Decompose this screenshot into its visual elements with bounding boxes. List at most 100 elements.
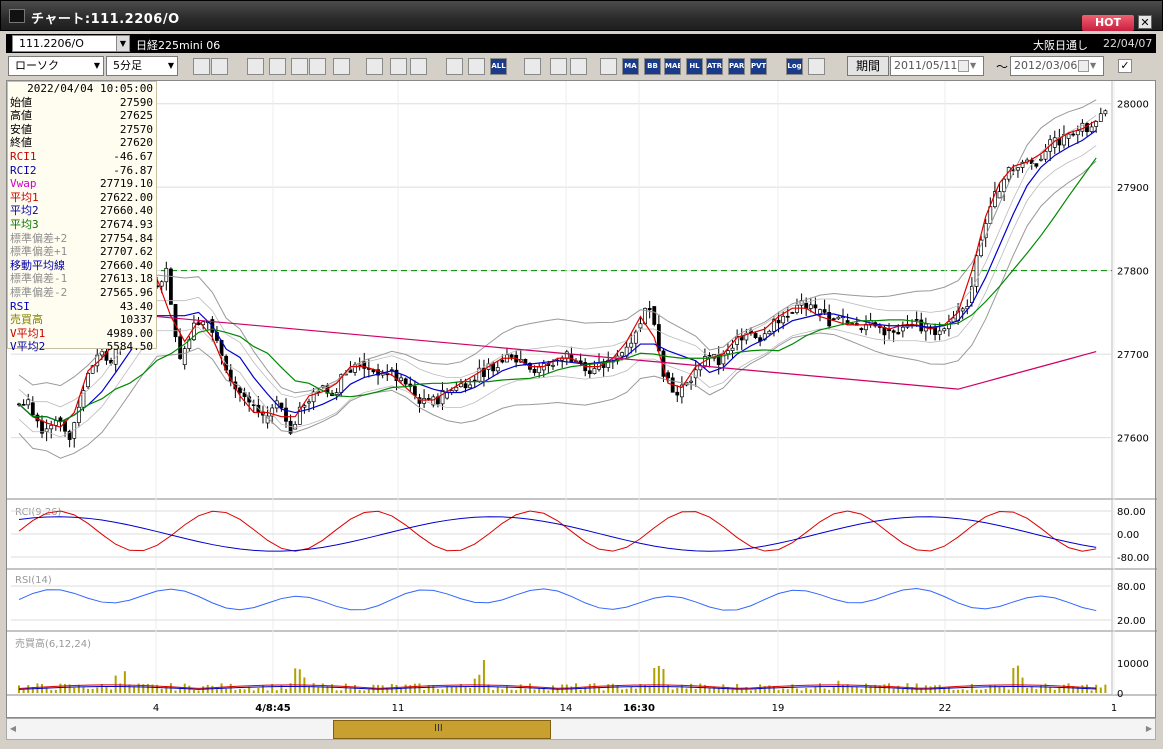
info-icon[interactable] (333, 58, 350, 75)
ma-icon[interactable]: MA (622, 58, 639, 75)
scroll-right-icon[interactable]: ▶ (1143, 719, 1155, 739)
candle-body (730, 347, 735, 351)
volume-bar (621, 689, 624, 693)
candle-body (951, 317, 956, 323)
info-value: 27707.62 (100, 245, 153, 259)
zoom-icon[interactable] (193, 58, 210, 75)
candle-body (21, 403, 26, 406)
marker-icon[interactable] (309, 58, 326, 75)
trend-icon[interactable] (247, 58, 264, 75)
brush-icon[interactable] (550, 58, 567, 75)
log-icon[interactable]: Log (786, 58, 803, 75)
volume-bar (128, 684, 131, 693)
candle-body (946, 321, 951, 330)
chart-canvas[interactable]: 28000 27900 27800 27700 27600 4 4/8:45 11 14 16:3… (7, 81, 1157, 719)
volume-bar (441, 689, 444, 693)
candle-body (620, 352, 624, 357)
date-to-input[interactable]: 2012/03/06 ▼ (1010, 56, 1104, 76)
volume-bar (215, 689, 218, 693)
price-tick-label: 28000 (1117, 100, 1149, 111)
volume-bar (828, 689, 831, 693)
volume-bar (1081, 685, 1084, 693)
pen-icon[interactable] (366, 58, 383, 75)
chevron-down-icon[interactable]: ▼ (1090, 57, 1102, 75)
candle-body (500, 359, 505, 363)
pointer-icon[interactable] (390, 58, 407, 75)
color-icon[interactable] (570, 58, 587, 75)
all-icon[interactable]: ALL (490, 58, 507, 75)
volume-bar (496, 687, 499, 693)
chart-type-select[interactable]: ローソク ▼ (8, 56, 104, 76)
hl-icon[interactable]: HL (686, 58, 703, 75)
chevron-down-icon[interactable]: ▼ (91, 57, 103, 75)
volume-bar (538, 688, 541, 693)
chevron-down-icon[interactable]: ▼ (165, 57, 177, 75)
volume-bar (1003, 686, 1006, 693)
volume-bar (349, 688, 352, 693)
rsi-tick-label: 80.00 (1117, 582, 1146, 593)
volume-bar (533, 689, 536, 693)
cursor2-icon[interactable] (468, 58, 485, 75)
time-tick-label: 1 (1111, 703, 1117, 714)
rci-tick-label: 0.00 (1117, 530, 1139, 541)
candle-body (164, 267, 169, 283)
chevron-down-icon[interactable]: ▼ (970, 57, 982, 75)
candle-body (831, 318, 836, 320)
period-checkbox[interactable]: ✓ (1118, 59, 1132, 73)
pvt-icon[interactable]: PVT (750, 58, 767, 75)
volume-bar (754, 689, 757, 693)
line-icon[interactable] (291, 58, 308, 75)
mae-icon[interactable]: MAE (664, 58, 681, 75)
scroll-thumb[interactable]: III (333, 720, 551, 739)
indicator-title: RSI(14) (15, 575, 52, 586)
chevron-down-icon[interactable]: ▼ (116, 36, 129, 51)
bollinger-lower (18, 160, 1097, 459)
volume-bar (611, 683, 614, 693)
volume-bar (984, 689, 987, 693)
info-row: RCI2 -76.87 (10, 164, 153, 178)
volume-bar (625, 688, 628, 693)
crosshair-icon[interactable] (211, 58, 228, 75)
interval-select[interactable]: 5分足 ▼ (106, 56, 178, 76)
close-icon[interactable]: ✕ (1138, 15, 1152, 29)
search-icon[interactable] (269, 58, 286, 75)
para-icon[interactable]: PARA (728, 58, 745, 75)
oscillator-icon[interactable] (600, 58, 617, 75)
bb-icon[interactable]: BB (644, 58, 661, 75)
info-row: 標準偏差+1 27707.62 (10, 245, 153, 259)
volume-bar (1090, 690, 1093, 693)
palette-icon[interactable] (524, 58, 541, 75)
info-row: 平均2 27660.40 (10, 204, 153, 218)
exchange-label: 大阪日通し (1033, 39, 1088, 52)
info-row: 移動平均線 27660.40 (10, 259, 153, 273)
cursor1-icon[interactable] (446, 58, 463, 75)
chart-area[interactable]: 28000 27900 27800 27700 27600 4 4/8:45 11 14 16:3… (6, 80, 1157, 719)
volume-tick-label: 10000 (1117, 659, 1149, 670)
volume-bar (980, 689, 983, 693)
symbol-input[interactable]: 111.2206/O ▼ (12, 35, 130, 52)
time-scrollbar[interactable]: ◀ III ▶ (6, 718, 1156, 740)
candle-body (808, 304, 813, 309)
candle-body (891, 330, 896, 333)
info-value: 27754.84 (100, 231, 153, 245)
volume-bar (492, 690, 495, 693)
calendar-icon[interactable] (1078, 60, 1089, 72)
calendar-icon[interactable] (958, 60, 969, 72)
export-icon[interactable] (808, 58, 825, 75)
candle-body (822, 309, 827, 313)
period-button[interactable]: 期間 (847, 56, 889, 76)
hot-button[interactable]: HOT (1082, 15, 1134, 31)
atr-icon[interactable]: ATR (706, 58, 723, 75)
volume-bar (957, 689, 960, 693)
symbol-value: 111.2206/O (19, 37, 84, 50)
info-row: 標準偏差+2 27754.84 (10, 232, 153, 246)
undo-icon[interactable] (410, 58, 427, 75)
candle-body (1034, 163, 1039, 167)
volume-bar (114, 675, 117, 693)
volume-bar (87, 688, 90, 693)
volume-bar (354, 684, 357, 693)
volume-bar (123, 671, 126, 693)
scroll-left-icon[interactable]: ◀ (7, 719, 19, 739)
volume-bar (657, 665, 660, 693)
date-from-input[interactable]: 2011/05/11 ▼ (890, 56, 984, 76)
